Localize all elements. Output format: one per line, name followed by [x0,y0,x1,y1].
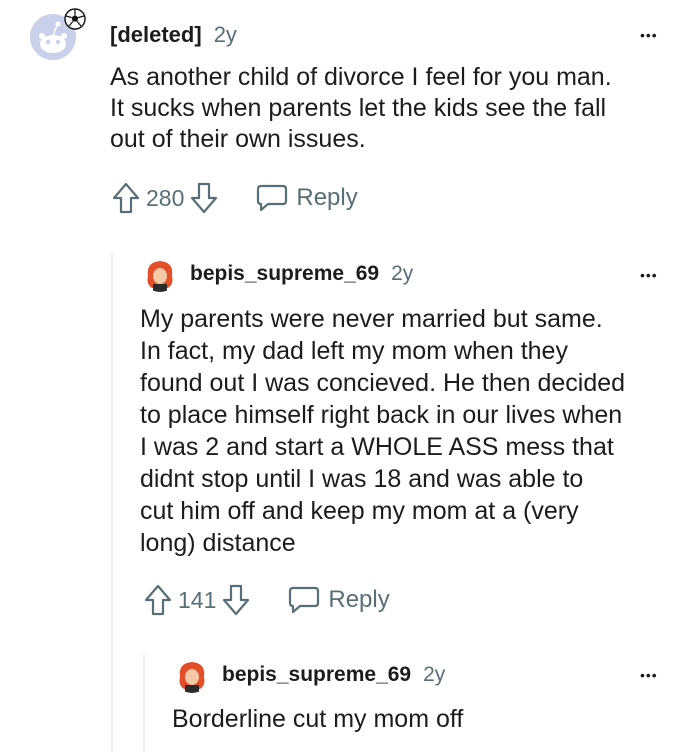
comment-age[interactable]: 2y [391,262,413,286]
arrow-down-icon[interactable] [222,584,250,616]
author-name[interactable]: bepis_supreme_69 [222,663,411,687]
more-options-button[interactable]: ••• [640,268,658,282]
reply-label: Reply [328,586,390,613]
author-name[interactable]: bepis_supreme_69 [190,262,379,286]
comment-body: My parents were never married but same. … [140,305,626,557]
arrow-up-icon[interactable] [112,182,140,214]
comment-actions: 141 Reply [144,584,390,616]
comment-meta: [deleted] 2y [110,22,237,48]
thread-line-level-2[interactable] [143,654,145,752]
comment-body: Borderline cut my mom off [172,705,464,733]
more-options-button[interactable]: ••• [640,668,658,682]
arrow-down-icon[interactable] [190,182,218,214]
comment-meta: bepis_supreme_69 2y [222,663,445,687]
comment-meta: bepis_supreme_69 2y [190,262,413,286]
more-options-button[interactable]: ••• [640,28,658,42]
speech-bubble-icon [288,586,320,614]
comment-actions: 280 Reply [112,182,358,214]
vote-count: 141 [178,586,217,613]
thread-line-level-1[interactable] [111,252,113,752]
reply-label: Reply [296,184,358,211]
arrow-up-icon[interactable] [144,584,172,616]
reply-button[interactable]: Reply [288,586,390,614]
speech-bubble-icon [256,184,288,212]
vote-count: 280 [146,184,185,211]
author-name[interactable]: [deleted] [110,22,202,48]
red-hair-avatar-icon[interactable] [174,657,210,693]
soccer-ball-icon [64,8,86,30]
comment-body: As another child of divorce I feel for y… [110,63,612,153]
red-hair-avatar-icon[interactable] [142,256,178,292]
reply-button[interactable]: Reply [256,184,358,212]
comment-age[interactable]: 2y [423,663,445,687]
comment-age[interactable]: 2y [214,22,237,48]
